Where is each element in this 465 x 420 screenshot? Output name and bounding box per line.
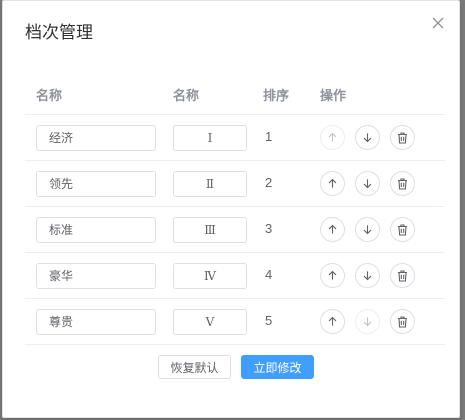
code-input[interactable]: Ⅱ	[173, 171, 247, 197]
reset-default-button[interactable]: 恢复默认	[158, 355, 231, 379]
code-input[interactable]: Ⅰ	[173, 125, 247, 151]
code-input[interactable]: Ⅴ	[173, 309, 247, 335]
arrow-up-icon	[327, 270, 338, 281]
order-value: 2	[265, 175, 273, 190]
trash-icon	[397, 269, 408, 282]
delete-button[interactable]	[390, 125, 415, 150]
move-down-button[interactable]	[355, 309, 380, 334]
header-order: 排序	[263, 88, 290, 103]
header-code: 名称	[173, 88, 200, 103]
order-value: 1	[265, 129, 273, 144]
move-up-button[interactable]	[320, 125, 345, 150]
arrow-up-icon	[327, 178, 338, 189]
trash-icon	[397, 131, 408, 144]
name-input[interactable]: 尊贵	[36, 309, 156, 335]
name-input[interactable]: 经济	[36, 125, 156, 151]
delete-button[interactable]	[390, 309, 415, 334]
order-value: 4	[265, 267, 273, 282]
table-row: 尊贵 Ⅴ 5	[25, 299, 445, 345]
move-down-button[interactable]	[355, 217, 380, 242]
delete-button[interactable]	[390, 263, 415, 288]
arrow-down-icon	[362, 270, 373, 281]
table-row: 经济 Ⅰ 1	[25, 115, 445, 161]
move-up-button[interactable]	[320, 217, 345, 242]
header-name: 名称	[36, 88, 63, 103]
move-down-button[interactable]	[355, 125, 380, 150]
move-down-button[interactable]	[355, 171, 380, 196]
arrow-down-icon	[362, 316, 373, 327]
code-input[interactable]: Ⅳ	[173, 263, 247, 289]
table-header: 名称 名称 排序 操作	[25, 83, 445, 115]
move-up-button[interactable]	[320, 309, 345, 334]
arrow-down-icon	[362, 224, 373, 235]
trash-icon	[397, 177, 408, 190]
trash-icon	[397, 223, 408, 236]
delete-button[interactable]	[390, 171, 415, 196]
save-button[interactable]: 立即修改	[241, 355, 314, 379]
delete-button[interactable]	[390, 217, 415, 242]
name-input[interactable]: 豪华	[36, 263, 156, 289]
close-icon[interactable]	[431, 16, 445, 30]
order-value: 5	[265, 313, 273, 328]
code-input[interactable]: Ⅲ	[173, 217, 247, 243]
arrow-up-icon	[327, 316, 338, 327]
arrow-up-icon	[327, 224, 338, 235]
table-row: 领先 Ⅱ 2	[25, 161, 445, 207]
header-actions: 操作	[320, 88, 347, 103]
move-down-button[interactable]	[355, 263, 380, 288]
move-up-button[interactable]	[320, 171, 345, 196]
arrow-down-icon	[362, 178, 373, 189]
name-input[interactable]: 标准	[36, 217, 156, 243]
dialog-title: 档次管理	[25, 23, 93, 42]
order-value: 3	[265, 221, 273, 236]
name-input[interactable]: 领先	[36, 171, 156, 197]
move-up-button[interactable]	[320, 263, 345, 288]
arrow-down-icon	[362, 132, 373, 143]
dialog: 档次管理 名称 名称 排序 操作 经济 Ⅰ 1 领先 Ⅱ 2 标准 Ⅲ 3 豪华…	[2, 0, 460, 418]
arrow-up-icon	[327, 132, 338, 143]
table-row: 豪华 Ⅳ 4	[25, 253, 445, 299]
table-row: 标准 Ⅲ 3	[25, 207, 445, 253]
trash-icon	[397, 315, 408, 328]
